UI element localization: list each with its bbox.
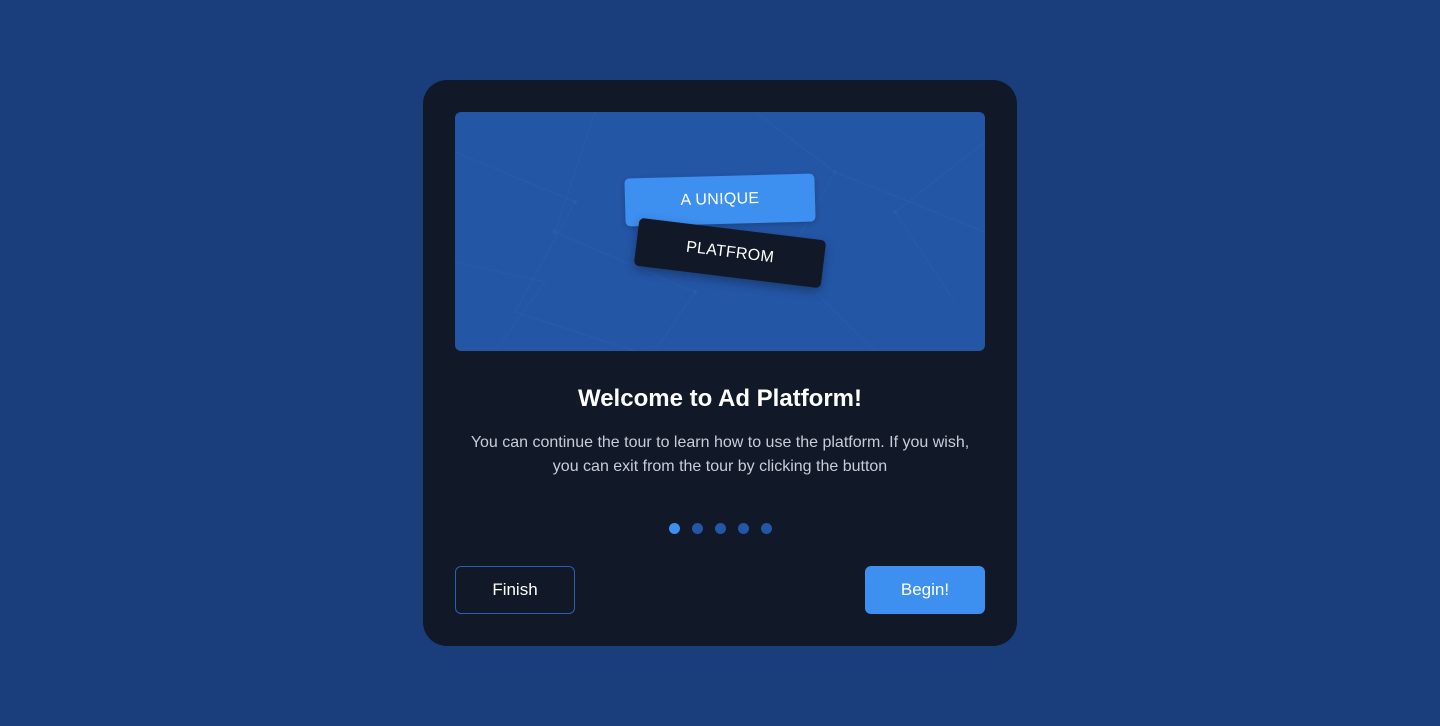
modal-title: Welcome to Ad Platform! xyxy=(577,385,863,412)
hero-illustration: A UNIQUE PLATFROM xyxy=(455,112,985,351)
pagination-dot-3[interactable] xyxy=(714,523,726,534)
pagination-dot-5[interactable] xyxy=(760,523,772,534)
finish-button[interactable]: Finish xyxy=(455,566,575,614)
begin-button[interactable]: Begin! xyxy=(865,566,985,614)
pagination-dots xyxy=(423,523,1017,534)
pagination-dot-2[interactable] xyxy=(691,523,703,534)
modal-description: You can continue the tour to learn how t… xyxy=(470,434,970,475)
pagination-dot-1[interactable] xyxy=(668,523,680,534)
onboarding-modal: A UNIQUE PLATFROM Welcome to Ad Platform… xyxy=(423,80,1017,646)
pagination-dot-4[interactable] xyxy=(737,523,749,534)
